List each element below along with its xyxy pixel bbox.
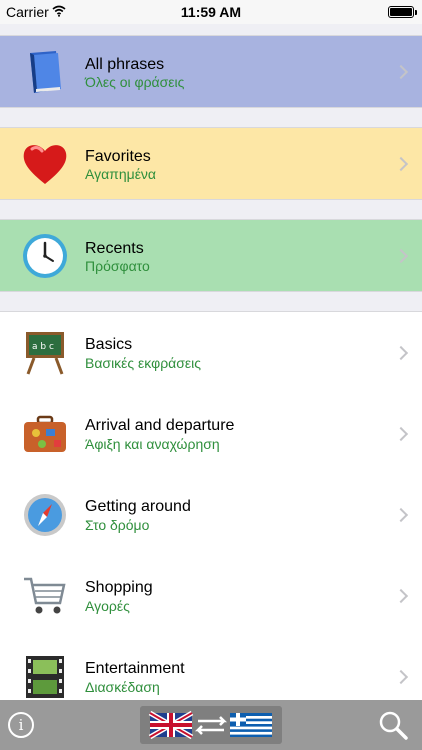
- chevron-right-icon: [393, 507, 409, 522]
- row-subtitle: Αγαπημένα: [85, 166, 157, 182]
- shopping-cart-icon: [24, 577, 66, 613]
- chevron-right-icon: [393, 248, 409, 263]
- row-recents[interactable]: Recents Πρόσφατο: [0, 220, 422, 292]
- svg-text:a b c: a b c: [32, 342, 54, 352]
- row-title: Recents: [85, 240, 144, 257]
- row-title: Basics: [85, 336, 133, 353]
- section-gap: [0, 108, 422, 128]
- chevron-right-icon: [393, 426, 409, 441]
- row-subtitle: Βασικές εκφράσεις: [85, 355, 202, 371]
- chalkboard-icon: a b c: [26, 331, 64, 375]
- row-subtitle: Πρόσφατο: [85, 258, 150, 274]
- row-title: Arrival and departure: [85, 417, 235, 434]
- suitcase-icon: [24, 415, 66, 452]
- category-list: All phrases Όλες οι φράσεις Favorites Αγ…: [0, 24, 422, 700]
- clock-icon: [23, 233, 67, 278]
- section-gap: [0, 24, 422, 36]
- chevron-right-icon: [393, 669, 409, 684]
- bottom-toolbar: i: [0, 700, 422, 750]
- section-gap: [0, 200, 422, 220]
- status-time: 11:59 AM: [180, 4, 242, 20]
- row-subtitle: Στο δρόμο: [85, 517, 150, 533]
- book-icon: [30, 50, 61, 93]
- row-subtitle: Όλες οι φράσεις: [85, 74, 185, 90]
- row-all-phrases[interactable]: All phrases Όλες οι φράσεις: [0, 36, 422, 108]
- row-favorites[interactable]: Favorites Αγαπημένα: [0, 128, 422, 200]
- row-entertainment[interactable]: Entertainment Διασκέδαση: [0, 636, 422, 700]
- row-arrival-departure[interactable]: Arrival and departure Άφιξη και αναχώρησ…: [0, 393, 422, 475]
- search-icon[interactable]: [378, 710, 408, 740]
- battery-icon: [388, 6, 417, 18]
- row-title: Getting around: [85, 498, 191, 515]
- compass-icon: [24, 493, 66, 536]
- row-subtitle: Άφιξη και αναχώρηση: [85, 436, 220, 452]
- section-gap: [0, 292, 422, 312]
- row-getting-around[interactable]: Getting around Στο δρόμο: [0, 474, 422, 556]
- language-switch-icon[interactable]: [140, 706, 282, 744]
- chevron-right-icon: [393, 345, 409, 360]
- chevron-right-icon: [393, 156, 409, 171]
- row-title: Entertainment: [85, 660, 185, 677]
- row-title: Shopping: [85, 579, 153, 596]
- chevron-right-icon: [393, 64, 409, 79]
- row-shopping[interactable]: Shopping Αγορές: [0, 555, 422, 637]
- row-basics[interactable]: a b c Basics Βασικές εκφράσεις: [0, 312, 422, 394]
- film-icon: [26, 655, 64, 698]
- row-subtitle: Διασκέδαση: [85, 679, 160, 695]
- info-icon[interactable]: i: [8, 712, 34, 738]
- row-subtitle: Αγορές: [85, 598, 130, 614]
- row-title: Favorites: [85, 148, 151, 165]
- row-title: All phrases: [85, 56, 165, 73]
- status-bar: Carrier 11:59 AM: [0, 0, 422, 24]
- chevron-right-icon: [393, 588, 409, 603]
- heart-icon: [23, 144, 67, 184]
